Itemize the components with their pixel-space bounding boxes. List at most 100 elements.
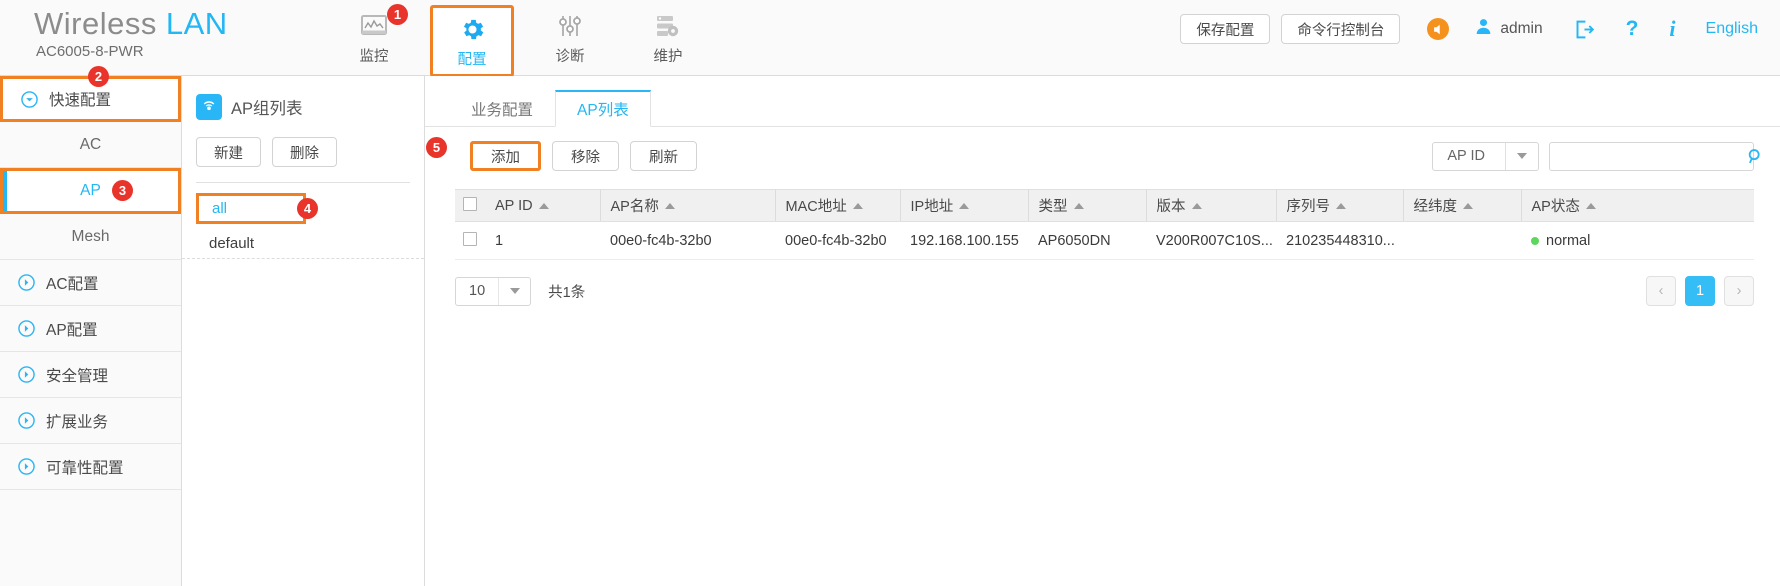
top-nav: 监控 1 配置 诊断 维护: [330, 0, 710, 77]
language-switch[interactable]: English: [1706, 20, 1758, 38]
col-type[interactable]: 类型: [1028, 189, 1147, 222]
announcement-icon[interactable]: [1427, 18, 1450, 40]
sidebar-label-ac: AC: [79, 135, 102, 153]
sidebar-label-reliability: 可靠性配置: [46, 459, 124, 477]
prev-page-button[interactable]: ‹: [1646, 276, 1676, 306]
sidebar-item-security[interactable]: 安全管理: [0, 352, 181, 398]
sort-asc-icon: [959, 202, 970, 209]
cli-console-button[interactable]: 命令行控制台: [1281, 14, 1401, 44]
new-group-button[interactable]: 新建: [196, 137, 261, 167]
col-status[interactable]: AP状态: [1521, 189, 1754, 222]
sidebar-item-ac-config[interactable]: AC配置: [0, 260, 181, 306]
sort-asc-icon: [1073, 202, 1084, 209]
info-icon[interactable]: i: [1669, 16, 1675, 42]
search-icon[interactable]: [1747, 148, 1773, 165]
row-select-cell[interactable]: [455, 221, 485, 260]
ap-group-label-default: default: [209, 234, 255, 252]
logout-icon[interactable]: [1574, 19, 1595, 40]
sidebar-label-ap-config: AP配置: [46, 321, 98, 339]
cell-geo: [1403, 221, 1521, 260]
add-button[interactable]: 添加: [470, 141, 541, 171]
sidebar-item-mesh[interactable]: Mesh: [0, 214, 181, 260]
tab-ap-list[interactable]: AP列表: [555, 90, 651, 127]
pagination: ‹ 1 ›: [1646, 276, 1754, 306]
nav-label-configuration: 配置: [457, 52, 487, 68]
col-ap-id[interactable]: AP ID: [485, 189, 601, 222]
page-size-select[interactable]: 10: [455, 276, 532, 306]
cell-type: AP6050DN: [1028, 221, 1146, 260]
chevron-down-icon: [498, 277, 530, 305]
ap-table-body: 1 00e0-fc4b-32b0 00e0-fc4b-32b0 192.168.…: [455, 221, 1754, 260]
chevron-right-icon: [18, 458, 35, 475]
save-config-button[interactable]: 保存配置: [1180, 14, 1271, 44]
col-version[interactable]: 版本: [1146, 189, 1277, 222]
step-badge-4: 4: [297, 198, 318, 219]
cell-status: normal: [1521, 221, 1754, 260]
ap-group-list: all 4 default: [182, 183, 424, 259]
ap-group-item-default[interactable]: default: [182, 228, 424, 259]
sort-asc-icon: [664, 202, 675, 209]
sidebar-item-ap-config[interactable]: AP配置: [0, 306, 181, 352]
col-label-version: 版本: [1156, 199, 1186, 215]
sort-asc-icon: [1191, 202, 1202, 209]
main-tabs: 业务配置 AP列表: [425, 76, 1780, 127]
nav-item-monitor[interactable]: 监控 1: [332, 4, 416, 71]
remove-button[interactable]: 移除: [552, 141, 619, 171]
col-label-ap-name: AP名称: [610, 199, 659, 215]
sidebar-item-ac[interactable]: AC: [0, 122, 181, 168]
nav-label-diagnosis: 诊断: [555, 49, 585, 65]
cell-ip: 192.168.100.155: [900, 221, 1028, 260]
maintenance-icon: [655, 12, 681, 40]
ap-table: AP ID AP名称 MAC地址 IP地址 类型 版本 序列号 经纬度 AP状态…: [455, 189, 1754, 260]
app-body: 快速配置 2 AC AP 3 Mesh AC配置 AP配置 安全管理 扩展业务 …: [0, 66, 1780, 586]
col-mac[interactable]: MAC地址: [775, 189, 901, 222]
help-icon[interactable]: ?: [1626, 17, 1639, 41]
col-geo[interactable]: 经纬度: [1403, 189, 1522, 222]
page-button-1[interactable]: 1: [1685, 276, 1715, 306]
delete-group-button[interactable]: 删除: [272, 137, 337, 167]
table-header-row: AP ID AP名称 MAC地址 IP地址 类型 版本 序列号 经纬度 AP状态: [455, 189, 1754, 222]
ap-group-panel: AP组列表 新建 删除 all 4 default: [182, 76, 425, 586]
ap-group-label-all: all: [212, 200, 228, 217]
sort-asc-icon: [1585, 202, 1596, 209]
monitor-icon: [361, 12, 387, 40]
sidebar-item-extended-service[interactable]: 扩展业务: [0, 398, 181, 444]
user-menu[interactable]: admin: [1475, 18, 1543, 40]
next-page-button[interactable]: ›: [1724, 276, 1754, 306]
sort-asc-icon: [852, 202, 863, 209]
nav-item-maintenance[interactable]: 维护: [626, 5, 710, 71]
chevron-right-icon: [18, 412, 35, 429]
sort-asc-icon: [538, 202, 549, 209]
row-checkbox[interactable]: [463, 231, 477, 246]
search-input[interactable]: [1550, 142, 1747, 170]
page-title: Wireless LAN: [34, 6, 330, 42]
col-ip[interactable]: IP地址: [900, 189, 1029, 222]
nav-item-diagnosis[interactable]: 诊断: [528, 5, 612, 71]
ap-group-item-all-wrap: all 4: [182, 193, 424, 224]
sidebar-item-reliability[interactable]: 可靠性配置: [0, 444, 181, 490]
select-all-checkbox[interactable]: [463, 196, 477, 211]
search-field-select[interactable]: AP ID: [1432, 141, 1539, 171]
sidebar-label-extended-service: 扩展业务: [46, 413, 109, 431]
app-header: Wireless LAN AC6005-8-PWR 监控 1 配置 诊断 维护 …: [0, 0, 1780, 77]
tab-service-config[interactable]: 业务配置: [449, 90, 555, 127]
cell-serial: 210235448310...: [1276, 221, 1403, 260]
toolbar-search: AP ID: [1432, 141, 1780, 171]
step-badge-3: 3: [112, 180, 133, 201]
col-label-mac: MAC地址: [785, 199, 847, 215]
col-serial[interactable]: 序列号: [1276, 189, 1404, 222]
wifi-signal-icon: [196, 94, 222, 120]
table-row[interactable]: 1 00e0-fc4b-32b0 00e0-fc4b-32b0 192.168.…: [455, 221, 1754, 260]
ap-group-item-all[interactable]: all: [196, 193, 306, 224]
step-badge-1: 1: [387, 4, 408, 25]
sidebar-item-ap[interactable]: AP: [0, 168, 181, 214]
select-all-header[interactable]: [455, 189, 485, 222]
step-badge-5: 5: [426, 137, 447, 158]
refresh-button[interactable]: 刷新: [630, 141, 697, 171]
nav-item-configuration[interactable]: 配置: [430, 5, 514, 77]
chevron-right-icon: [18, 274, 35, 291]
ap-group-title-text: AP组列表: [231, 100, 303, 118]
step-badge-2: 2: [88, 66, 109, 87]
col-ap-name[interactable]: AP名称: [600, 189, 776, 222]
brand-block: Wireless LAN AC6005-8-PWR: [0, 0, 330, 62]
